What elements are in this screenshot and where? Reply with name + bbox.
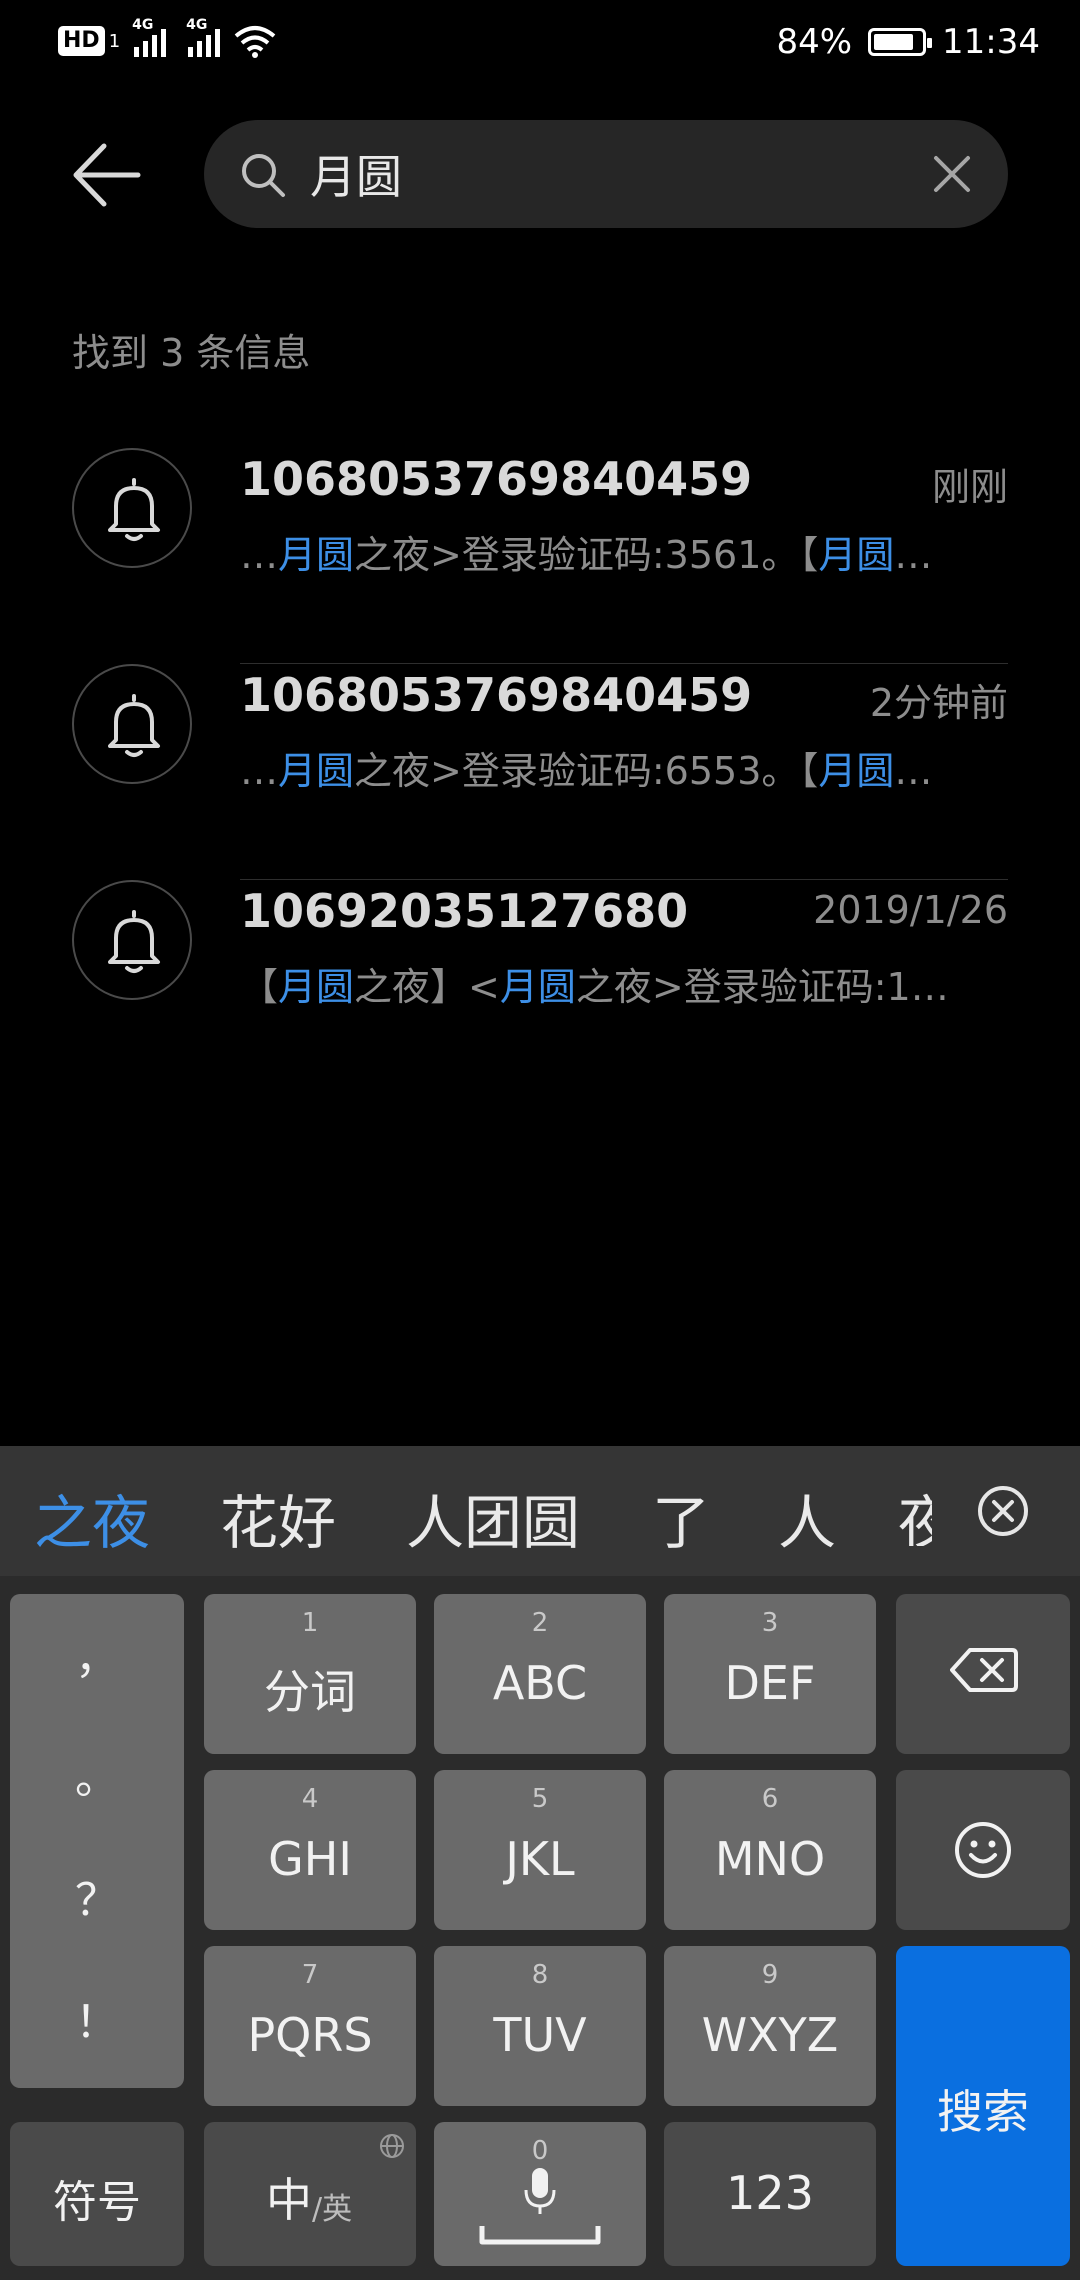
microphone-icon [524,2168,556,2214]
key-letters: DEF [724,1656,816,1710]
wifi-icon [234,26,276,58]
message-snippet: 【月圆之夜】<月圆之夜>登录验证码:1… [240,956,1008,1011]
key-letters: GHI [268,1832,352,1886]
snippet-text: 之夜>登录验证码:6553。【 [354,749,819,793]
candidate-word[interactable]: 人团圆 [406,1476,580,1560]
symbols-key[interactable]: 符号 [10,2122,184,2266]
key-number: 3 [761,1608,779,1638]
message-result-row[interactable]: 1068053769840459 2分钟前 …月圆之夜>登录验证码:6553。【… [0,664,1080,880]
key-number: 4 [301,1784,319,1814]
key-letters: PQRS [247,2008,373,2062]
snippet-text: … [240,533,278,577]
t9-key[interactable]: 7 PQRS [204,1946,416,2106]
bell-icon [108,694,160,757]
t9-key[interactable]: 3 DEF [664,1594,876,1754]
sender-number: 1068053769840459 [240,668,753,722]
space-bar-icon [479,2226,601,2245]
key-number: 8 [531,1960,549,1990]
candidate-word[interactable]: 花好 [220,1476,336,1560]
t9-key[interactable]: 2 ABC [434,1594,646,1754]
key-number: 2 [531,1608,549,1638]
bell-icon [108,910,160,973]
bell-icon [108,478,160,541]
sender-number: 1068053769840459 [240,452,753,506]
snippet-text: … [240,749,278,793]
snippet-text: 之夜>登录验证码:3561。【 [354,533,819,577]
message-snippet: …月圆之夜>登录验证码:6553。【月圆… [240,740,1008,795]
search-highlight: 月圆 [278,965,355,1009]
search-highlight: 月圆 [499,965,576,1009]
t9-key[interactable]: 8 TUV [434,1946,646,2106]
t9-key[interactable]: 9 WXYZ [664,1946,876,2106]
key-number: 5 [531,1784,549,1814]
key-letters: JKL [505,1832,575,1886]
notification-avatar [72,448,192,568]
battery-percent: 84% [776,22,853,62]
message-time: 刚刚 [931,465,1008,509]
backspace-icon [950,1648,1018,1692]
language-switch-key[interactable]: 中 /英 [204,2122,416,2266]
search-key[interactable]: 搜索 [896,1946,1070,2266]
backspace-key[interactable] [896,1594,1070,1754]
globe-icon [380,2134,404,2158]
status-bar: HD 1 4G 4G 84% 11:34 [0,0,1080,92]
key-letters: TUV [493,2008,587,2062]
message-result-row[interactable]: 1068053769840459 刚刚 …月圆之夜>登录验证码:3561。【月圆… [0,448,1080,664]
snippet-text: 之夜>登录验证码:1… [575,965,949,1009]
key-number: 6 [761,1784,779,1814]
t9-key[interactable]: 6 MNO [664,1770,876,1930]
snippet-text: … [894,533,933,577]
key-letters: WXYZ [701,2008,839,2062]
search-bar[interactable] [204,120,1008,228]
search-highlight: 月圆 [818,533,895,577]
message-snippet: …月圆之夜>登录验证码:3561。【月圆… [240,524,1008,579]
candidate-word[interactable]: 了 [652,1476,710,1560]
candidate-word[interactable]: 人 [778,1476,836,1560]
signal-icon-sim1: 4G [132,17,167,57]
search-highlight: 月圆 [818,749,895,793]
t9-key[interactable]: 1 分词 [204,1594,416,1754]
battery-icon [868,28,933,56]
key-letters: MNO [714,1832,826,1886]
candidate-word[interactable]: 之夜 [34,1476,150,1560]
smiley-icon [955,1822,1011,1878]
key-number: 7 [301,1960,319,1990]
close-candidates-icon[interactable] [976,1484,1030,1538]
candidate-bar: 之夜 花好 人团圆 了 人 夜 [0,1446,1080,1576]
snippet-text: 之夜】< [354,965,500,1009]
key-number: 9 [761,1960,779,1990]
sender-number: 10692035127680 [240,884,689,938]
message-time: 2019/1/26 [813,888,1008,932]
notification-avatar [72,880,192,1000]
search-highlight: 月圆 [278,749,355,793]
clock: 11:34 [942,22,1040,62]
key-letters: 分词 [264,1665,356,1719]
t9-key[interactable]: 5 JKL [434,1770,646,1930]
candidate-word[interactable]: 夜 [898,1476,932,1546]
numbers-key[interactable]: 123 [664,2122,876,2266]
search-highlight: 月圆 [278,533,355,577]
search-input[interactable] [310,138,870,210]
hd-voice-icon: HD [58,26,105,56]
sim-slot-label: 1 [108,30,121,52]
punctuation-key[interactable]: ， 。 ？ ！ [10,1594,184,2088]
snippet-text: 【 [240,965,279,1009]
notification-avatar [72,664,192,784]
clear-icon[interactable] [930,152,974,196]
keyboard: 之夜 花好 人团圆 了 人 夜 ， 。 ？ ！ 1 分词 2 ABC 3 DEF 4 … [0,1446,1080,2280]
key-number: 1 [301,1608,319,1638]
emoji-key[interactable] [896,1770,1070,1930]
result-count: 找到 3 条信息 [72,331,311,375]
search-icon [242,154,285,197]
key-letters: ABC [492,1656,588,1710]
snippet-text: … [894,749,933,793]
message-result-row[interactable]: 10692035127680 2019/1/26 【月圆之夜】<月圆之夜>登录验… [0,880,1080,1096]
signal-icon-sim2: 4G [186,17,221,57]
back-arrow-icon[interactable] [72,140,142,210]
space-key[interactable]: 0 [434,2122,646,2266]
t9-key[interactable]: 4 GHI [204,1770,416,1930]
message-time: 2分钟前 [869,681,1008,725]
